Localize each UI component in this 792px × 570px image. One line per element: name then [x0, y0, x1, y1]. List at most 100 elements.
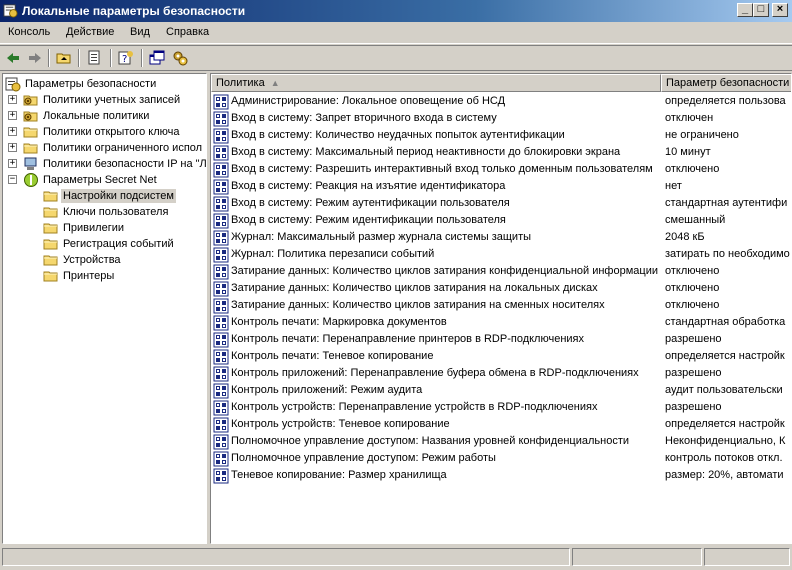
- svg-text:?: ?: [122, 54, 127, 65]
- up-one-level-button[interactable]: [54, 49, 74, 67]
- policy-list-pane[interactable]: Политика ▲ Параметр безопасности Админист…: [210, 73, 792, 544]
- gear-icon: [173, 51, 188, 66]
- policy-name: Журнал: Политика перезаписи событий: [231, 248, 435, 260]
- policy-name: Вход в систему: Реакция на изъятие идент…: [231, 180, 506, 192]
- folder-icon: [23, 140, 39, 156]
- table-row[interactable]: Контроль печати: Теневое копирование опре…: [211, 348, 791, 365]
- status-panel-main: [2, 548, 570, 566]
- policy-value: отключено: [665, 299, 720, 311]
- menu-help[interactable]: Справка: [166, 26, 209, 38]
- new-window-button[interactable]: [147, 49, 167, 67]
- policy-name: Теневое копирование: Размер хранилища: [231, 469, 447, 481]
- sort-ascending-icon: ▲: [270, 78, 280, 88]
- policy-value: отключено: [665, 163, 720, 175]
- menu-console[interactable]: Консоль: [8, 26, 50, 38]
- table-row[interactable]: Вход в систему: Максимальный период неак…: [211, 144, 791, 161]
- expand-toggle[interactable]: +: [8, 95, 17, 104]
- settings-button[interactable]: [170, 49, 190, 67]
- help-icon: ?: [118, 51, 133, 65]
- policy-value: стандартная обработка: [665, 316, 786, 328]
- policy-icon: [213, 383, 229, 399]
- table-row[interactable]: Контроль печати: Маркировка документов ст…: [211, 314, 791, 331]
- tree-pane[interactable]: Параметры безопасности + Политики учетны…: [2, 73, 207, 544]
- table-row[interactable]: Контроль приложений: Режим аудита аудит п…: [211, 382, 791, 399]
- policy-icon: [213, 196, 229, 212]
- policy-value: контроль потоков откл.: [665, 452, 783, 464]
- computer-icon: [24, 157, 37, 170]
- policy-name: Журнал: Максимальный размер журнала сист…: [231, 231, 532, 243]
- table-row[interactable]: Вход в систему: Режим идентификации поль…: [211, 212, 791, 229]
- table-row[interactable]: Вход в систему: Запрет вторичного входа …: [211, 110, 791, 127]
- policy-value: отключено: [665, 282, 720, 294]
- policy-icon: [213, 349, 229, 365]
- policy-icon: [213, 230, 229, 246]
- policy-name: Администрирование: Локальное оповещение …: [231, 95, 506, 107]
- policy-name: Вход в систему: Количество неудачных поп…: [231, 129, 565, 141]
- table-row[interactable]: Теневое копирование: Размер хранилища раз…: [211, 467, 791, 484]
- folder-up-icon: [56, 53, 71, 64]
- table-row[interactable]: Затирание данных: Количество циклов зати…: [211, 297, 791, 314]
- table-row[interactable]: Контроль печати: Перенаправление принтер…: [211, 331, 791, 348]
- table-row[interactable]: Полномочное управление доступом: Режим р…: [211, 450, 791, 467]
- table-row[interactable]: Вход в систему: Количество неудачных поп…: [211, 127, 791, 144]
- expand-toggle[interactable]: +: [8, 111, 17, 120]
- policy-name: Контроль приложений: Перенаправление буф…: [231, 367, 639, 379]
- table-row[interactable]: Администрирование: Локальное оповещение …: [211, 93, 791, 110]
- policy-icon: [213, 332, 229, 348]
- collapse-toggle[interactable]: −: [8, 175, 17, 184]
- policy-name: Вход в систему: Максимальный период неак…: [231, 146, 621, 158]
- table-row[interactable]: Вход в систему: Реакция на изъятие идент…: [211, 178, 791, 195]
- arrow-left-icon: [7, 53, 19, 63]
- expand-toggle[interactable]: +: [8, 159, 17, 168]
- export-list-icon: [88, 50, 100, 65]
- maximize-button[interactable]: □: [753, 3, 769, 17]
- folder-open-icon: [43, 188, 59, 204]
- export-list-button[interactable]: [85, 49, 105, 67]
- table-row[interactable]: Затирание данных: Количество циклов зати…: [211, 263, 791, 280]
- policy-value: разрешено: [665, 401, 722, 413]
- policy-name: Контроль устройств: Перенаправление устр…: [231, 401, 598, 413]
- folder-icon: [43, 252, 59, 268]
- table-row[interactable]: Контроль приложений: Перенаправление буф…: [211, 365, 791, 382]
- security-settings-icon: [5, 77, 21, 92]
- expand-toggle[interactable]: +: [8, 143, 17, 152]
- menu-action[interactable]: Действие: [66, 26, 114, 38]
- title-bar[interactable]: Локальные параметры безопасности _ □ ×: [0, 0, 792, 22]
- arrow-right-icon: [29, 53, 41, 63]
- policy-name: Вход в систему: Запрет вторичного входа …: [231, 112, 497, 124]
- table-row[interactable]: Вход в систему: Режим аутентификации пол…: [211, 195, 791, 212]
- policy-value: определяется настройк: [665, 418, 785, 430]
- back-button[interactable]: [3, 49, 23, 67]
- column-header-policy[interactable]: Политика ▲: [211, 74, 661, 92]
- policy-name: Затирание данных: Количество циклов зати…: [231, 299, 605, 311]
- window-title: Локальные параметры безопасности: [22, 4, 246, 18]
- policy-value: 10 минут: [665, 146, 711, 158]
- minimize-button[interactable]: _: [737, 3, 753, 17]
- table-row[interactable]: Журнал: Политика перезаписи событий затир…: [211, 246, 791, 263]
- table-row[interactable]: Контроль устройств: Перенаправление устр…: [211, 399, 791, 416]
- table-row[interactable]: Контроль устройств: Теневое копирование о…: [211, 416, 791, 433]
- table-row[interactable]: Вход в систему: Разрешить интерактивный …: [211, 161, 791, 178]
- expand-toggle[interactable]: +: [8, 127, 17, 136]
- close-button[interactable]: ×: [772, 3, 788, 17]
- table-row[interactable]: Затирание данных: Количество циклов зати…: [211, 280, 791, 297]
- policy-icon: [213, 179, 229, 195]
- help-button[interactable]: ?: [116, 49, 136, 67]
- table-row[interactable]: Журнал: Максимальный размер журнала сист…: [211, 229, 791, 246]
- status-panel-3: [704, 548, 790, 566]
- policy-icon: [213, 366, 229, 382]
- policy-value: отключен: [665, 112, 714, 124]
- policy-name: Затирание данных: Количество циклов зати…: [231, 265, 658, 277]
- policy-name: Вход в систему: Режим аутентификации пол…: [231, 197, 510, 209]
- forward-button[interactable]: [25, 49, 45, 67]
- policy-icon: [213, 400, 229, 416]
- policy-icon: [213, 247, 229, 263]
- policy-name: Вход в систему: Разрешить интерактивный …: [231, 163, 653, 175]
- policy-icon: [213, 417, 229, 433]
- policy-value: определяется пользова: [665, 95, 786, 107]
- menu-view[interactable]: Вид: [130, 26, 150, 38]
- column-header-param[interactable]: Параметр безопасности: [661, 74, 791, 92]
- policy-folder-icon: [23, 108, 39, 124]
- policy-value: Неконфиденциально, К: [665, 435, 786, 447]
- table-row[interactable]: Полномочное управление доступом: Названи…: [211, 433, 791, 450]
